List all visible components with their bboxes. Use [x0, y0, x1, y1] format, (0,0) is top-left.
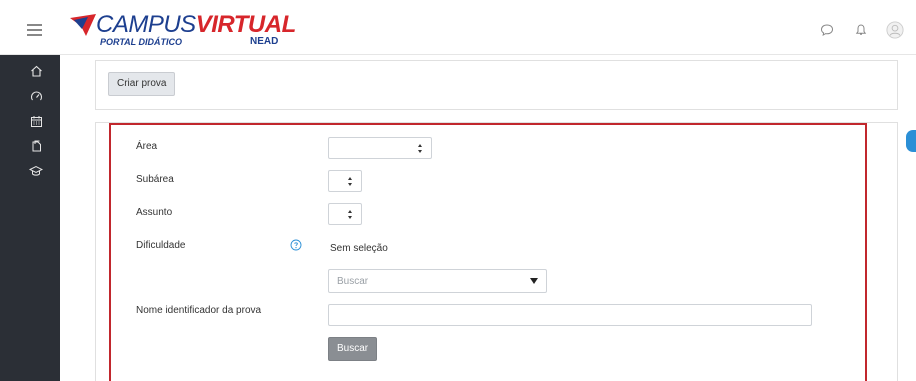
- menu-toggle-icon[interactable]: [27, 24, 42, 36]
- logo-title: CAMPUSVIRTUAL: [96, 12, 296, 38]
- area-select[interactable]: [328, 137, 432, 159]
- dificuldade-selection: Sem seleção: [330, 243, 388, 254]
- dificuldade-label: Dificuldade: [136, 240, 186, 251]
- area-label: Área: [136, 141, 158, 152]
- campus-virtual-logo[interactable]: CAMPUSVIRTUAL PORTAL DIDÁTICO NEAD: [70, 12, 296, 48]
- help-icon[interactable]: [290, 239, 302, 251]
- subarea-label: Subárea: [136, 174, 174, 185]
- select-arrows-icon: [348, 177, 353, 186]
- assunto-select[interactable]: [328, 203, 362, 225]
- graduation-icon[interactable]: [28, 163, 44, 179]
- exam-name-input[interactable]: [328, 304, 812, 326]
- files-icon[interactable]: [28, 138, 44, 154]
- left-drawer: [0, 55, 60, 381]
- assunto-label: Assunto: [136, 207, 173, 218]
- dashboard-icon[interactable]: [28, 88, 44, 104]
- bell-icon[interactable]: [852, 21, 870, 39]
- search-placeholder: Buscar: [337, 276, 369, 287]
- home-icon[interactable]: [28, 63, 44, 79]
- top-navbar: CAMPUSVIRTUAL PORTAL DIDÁTICO NEAD: [0, 0, 916, 55]
- search-button[interactable]: Buscar: [328, 337, 378, 361]
- calendar-icon[interactable]: [28, 113, 44, 129]
- logo-tag: NEAD: [250, 36, 279, 47]
- logo-mark-icon: [70, 14, 96, 36]
- user-avatar-icon[interactable]: [886, 21, 904, 39]
- create-exam-button[interactable]: Criar prova: [108, 72, 176, 96]
- actions-card: Criar prova: [95, 60, 898, 110]
- logo-title-campus: CAMPUS: [96, 11, 196, 38]
- select-arrows-icon: [418, 144, 423, 153]
- chevron-down-icon: [530, 278, 538, 284]
- dificuldade-search-select[interactable]: Buscar: [328, 269, 547, 293]
- logo-title-virtual: VIRTUAL: [195, 11, 297, 38]
- chat-icon[interactable]: [818, 21, 836, 39]
- side-panel-tab[interactable]: [906, 130, 916, 152]
- select-arrows-icon: [348, 210, 353, 219]
- subarea-select[interactable]: [328, 170, 362, 192]
- navbar-actions: [818, 20, 904, 40]
- exam-name-label: Nome identificador da prova: [136, 305, 262, 316]
- search-form-card: [95, 122, 898, 381]
- logo-subtitle: PORTAL DIDÁTICO: [100, 37, 183, 47]
